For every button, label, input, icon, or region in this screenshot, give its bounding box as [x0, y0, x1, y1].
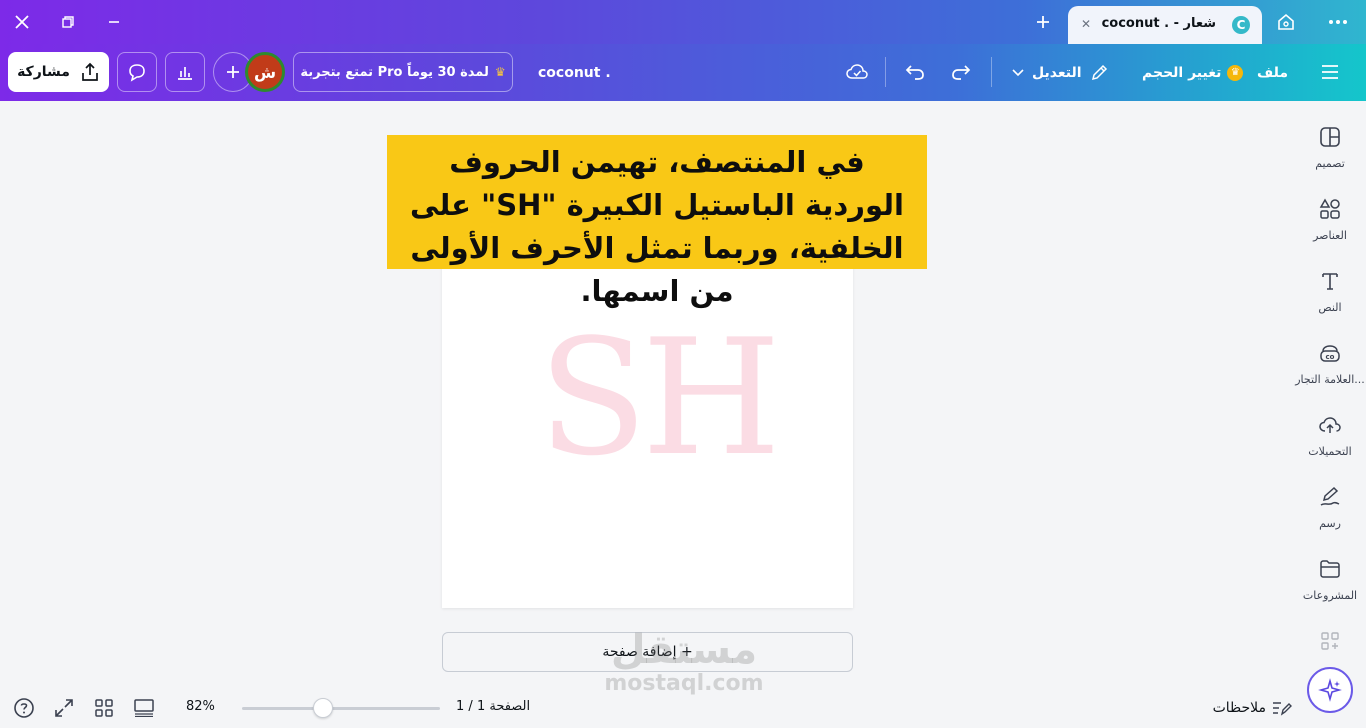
toolbar-divider: [991, 57, 992, 87]
comment-button[interactable]: [117, 52, 157, 92]
notes-label: ملاحظات: [1212, 700, 1266, 716]
close-icon[interactable]: [8, 8, 36, 36]
minimize-icon[interactable]: [100, 8, 128, 36]
sidebar-item-elements[interactable]: العناصر: [1294, 195, 1366, 259]
notes-button[interactable]: ملاحظات: [1213, 696, 1292, 720]
new-tab-button[interactable]: [1030, 8, 1056, 36]
avatar-letter: ش: [253, 62, 277, 82]
browser-tab[interactable]: ✕ coconut . - شعار C: [1068, 6, 1262, 44]
elements-icon: [1316, 195, 1344, 223]
zoom-level[interactable]: 82%: [186, 699, 215, 714]
magic-assistant-button[interactable]: [1307, 667, 1353, 713]
redo-icon[interactable]: [947, 58, 975, 86]
editor-toolbar: مشاركة تمتع بتجربة Pro لمدة 30 يوماً ♛ c…: [0, 44, 1366, 101]
plus-icon: [227, 66, 239, 78]
file-menu[interactable]: ملف: [1257, 44, 1288, 101]
design-name[interactable]: coconut .: [538, 44, 611, 101]
sidebar-label: تصميم: [1315, 157, 1345, 170]
more-options-icon[interactable]: [1324, 8, 1352, 36]
design-icon: [1316, 123, 1344, 151]
sidebar-item-projects[interactable]: المشروعات: [1294, 555, 1366, 619]
projects-icon: [1316, 555, 1344, 583]
watermark-url: mostaql.com: [604, 671, 764, 696]
share-icon: [82, 62, 98, 81]
pro-trial-button[interactable]: تمتع بتجربة Pro لمدة 30 يوماً ♛: [293, 52, 513, 92]
title-bar: ✕ coconut . - شعار C: [0, 0, 1366, 44]
help-icon[interactable]: [12, 696, 36, 720]
restore-icon[interactable]: [54, 8, 82, 36]
sidebar-label: العلامة التجار...: [1295, 373, 1365, 386]
notes-icon: [1273, 702, 1292, 716]
sidebar-item-design[interactable]: تصميم: [1294, 123, 1366, 187]
bar-chart-icon: [178, 67, 192, 80]
page-indicator[interactable]: الصفحة 1 / 1: [456, 699, 530, 714]
logo-initials[interactable]: SH: [538, 318, 781, 478]
sidebar-item-uploads[interactable]: التحميلات: [1294, 411, 1366, 475]
apps-icon: [1316, 627, 1344, 655]
edit-label: التعديل: [1032, 64, 1082, 81]
sparkle-icon: [1318, 678, 1342, 702]
text-icon: [1316, 267, 1344, 295]
sidebar-label: التحميلات: [1308, 445, 1352, 458]
menu-icon[interactable]: [1316, 58, 1344, 86]
share-label: مشاركة: [17, 64, 70, 80]
chevron-down-icon: [1012, 68, 1024, 76]
resize-button[interactable]: تغيير الحجم ♛: [1142, 44, 1244, 101]
insights-button[interactable]: [165, 52, 205, 92]
zoom-slider[interactable]: [242, 707, 440, 710]
sidebar-label: رسم: [1319, 517, 1341, 530]
tab-title: coconut . - شعار: [1101, 16, 1216, 31]
draw-icon: [1316, 483, 1344, 511]
crown-badge-icon: ♛: [1227, 64, 1244, 81]
uploads-icon: [1316, 411, 1344, 439]
sidebar-item-brand[interactable]: co العلامة التجار...: [1294, 339, 1366, 403]
cloud-saved-icon[interactable]: [843, 58, 871, 86]
toolbar-divider: [885, 57, 886, 87]
sidebar-item-text[interactable]: النص: [1294, 267, 1366, 331]
sidebar-label: النص: [1318, 301, 1342, 314]
caption-overlay: في المنتصف، تهيمن الحروف الوردية الباستي…: [387, 135, 927, 308]
tab-close-icon[interactable]: ✕: [1076, 14, 1096, 34]
share-button[interactable]: مشاركة: [8, 52, 109, 92]
pro-trial-label: تمتع بتجربة Pro لمدة 30 يوماً: [300, 64, 489, 80]
side-panel: تصميم العناصر النص co العلامة التجار... …: [1294, 101, 1366, 728]
grid-view-icon[interactable]: [92, 696, 116, 720]
pencil-icon: [1091, 64, 1107, 80]
sidebar-label: العناصر: [1313, 229, 1347, 242]
zoom-slider-thumb[interactable]: [313, 698, 334, 718]
resize-label: تغيير الحجم: [1142, 64, 1222, 81]
canva-logo-icon: C: [1232, 16, 1250, 34]
page-view-icon[interactable]: [132, 696, 156, 720]
watermark: مستقل mostaql.com: [598, 628, 770, 696]
brand-icon: co: [1316, 339, 1344, 367]
comment-icon: [129, 64, 145, 82]
avatar[interactable]: ش: [245, 52, 285, 92]
sidebar-item-draw[interactable]: رسم: [1294, 483, 1366, 547]
sidebar-label: المشروعات: [1302, 589, 1358, 602]
home-icon[interactable]: [1272, 8, 1300, 36]
edit-menu[interactable]: التعديل: [1012, 44, 1108, 101]
svg-text:co: co: [1326, 353, 1335, 361]
watermark-arabic: مستقل: [610, 627, 758, 673]
crown-icon: ♛: [494, 65, 506, 79]
undo-icon[interactable]: [901, 58, 929, 86]
fullscreen-icon[interactable]: [52, 696, 76, 720]
